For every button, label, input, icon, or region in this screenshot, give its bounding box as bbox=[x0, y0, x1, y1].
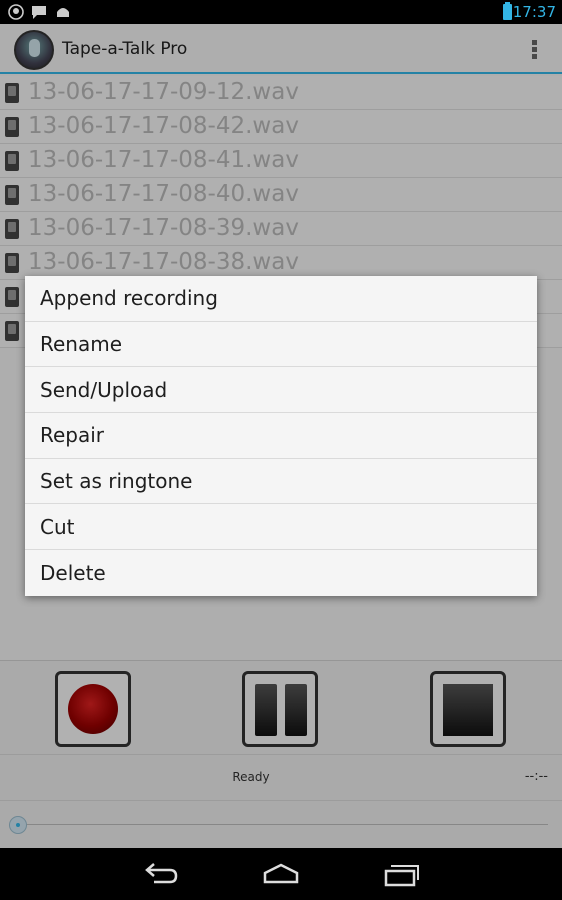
back-icon[interactable] bbox=[142, 860, 182, 888]
menu-item-send-upload[interactable]: Send/Upload bbox=[25, 367, 537, 414]
notification-icon bbox=[8, 4, 24, 20]
menu-item-repair[interactable]: Repair bbox=[25, 413, 537, 459]
context-menu: Append recording Rename Send/Upload Repa… bbox=[25, 276, 537, 596]
menu-item-cut[interactable]: Cut bbox=[25, 504, 537, 551]
menu-item-rename[interactable]: Rename bbox=[25, 322, 537, 368]
status-bar: 17:37 bbox=[0, 0, 562, 24]
menu-item-append-recording[interactable]: Append recording bbox=[25, 276, 537, 322]
battery-icon bbox=[503, 2, 512, 20]
menu-item-set-as-ringtone[interactable]: Set as ringtone bbox=[25, 459, 537, 505]
android-icon bbox=[57, 8, 69, 17]
menu-item-delete[interactable]: Delete bbox=[25, 550, 537, 596]
home-icon[interactable] bbox=[261, 860, 301, 888]
navigation-bar bbox=[0, 848, 562, 900]
chat-icon bbox=[32, 6, 46, 19]
recent-apps-icon[interactable] bbox=[382, 860, 422, 888]
clock: 17:37 bbox=[512, 3, 556, 21]
